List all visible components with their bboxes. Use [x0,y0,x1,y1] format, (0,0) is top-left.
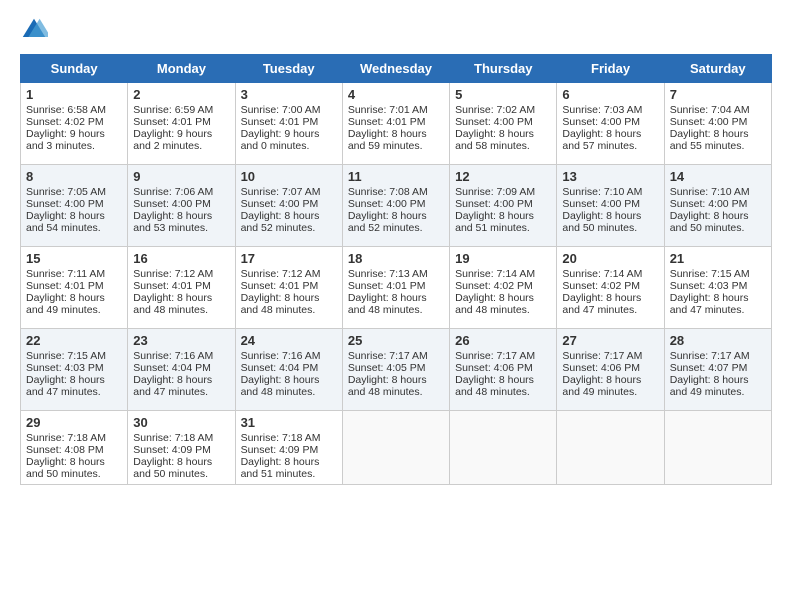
logo-icon [20,16,48,44]
day-number: 7 [670,87,766,102]
calendar-cell: 28Sunrise: 7:17 AMSunset: 4:07 PMDayligh… [664,329,771,411]
calendar-cell [342,411,449,485]
day-number: 31 [241,415,337,430]
day-number: 19 [455,251,551,266]
calendar-cell: 10Sunrise: 7:07 AMSunset: 4:00 PMDayligh… [235,165,342,247]
day-number: 15 [26,251,122,266]
calendar-cell: 27Sunrise: 7:17 AMSunset: 4:06 PMDayligh… [557,329,664,411]
day-number: 27 [562,333,658,348]
week-row-5: 29Sunrise: 7:18 AMSunset: 4:08 PMDayligh… [21,411,772,485]
day-number: 20 [562,251,658,266]
day-number: 1 [26,87,122,102]
weekday-header-row: SundayMondayTuesdayWednesdayThursdayFrid… [21,55,772,83]
week-row-3: 15Sunrise: 7:11 AMSunset: 4:01 PMDayligh… [21,247,772,329]
weekday-thursday: Thursday [450,55,557,83]
day-number: 30 [133,415,229,430]
logo [20,16,54,44]
weekday-sunday: Sunday [21,55,128,83]
calendar-cell: 31Sunrise: 7:18 AMSunset: 4:09 PMDayligh… [235,411,342,485]
calendar-cell: 23Sunrise: 7:16 AMSunset: 4:04 PMDayligh… [128,329,235,411]
day-number: 5 [455,87,551,102]
weekday-wednesday: Wednesday [342,55,449,83]
page-container: SundayMondayTuesdayWednesdayThursdayFrid… [0,0,792,495]
day-number: 10 [241,169,337,184]
weekday-saturday: Saturday [664,55,771,83]
calendar-cell: 1Sunrise: 6:58 AMSunset: 4:02 PMDaylight… [21,83,128,165]
calendar-table: SundayMondayTuesdayWednesdayThursdayFrid… [20,54,772,485]
day-number: 12 [455,169,551,184]
calendar-cell: 12Sunrise: 7:09 AMSunset: 4:00 PMDayligh… [450,165,557,247]
calendar-cell: 22Sunrise: 7:15 AMSunset: 4:03 PMDayligh… [21,329,128,411]
calendar-cell: 24Sunrise: 7:16 AMSunset: 4:04 PMDayligh… [235,329,342,411]
calendar-cell: 15Sunrise: 7:11 AMSunset: 4:01 PMDayligh… [21,247,128,329]
day-number: 16 [133,251,229,266]
weekday-friday: Friday [557,55,664,83]
calendar-cell: 9Sunrise: 7:06 AMSunset: 4:00 PMDaylight… [128,165,235,247]
calendar-cell: 14Sunrise: 7:10 AMSunset: 4:00 PMDayligh… [664,165,771,247]
day-number: 9 [133,169,229,184]
weekday-monday: Monday [128,55,235,83]
day-number: 24 [241,333,337,348]
day-number: 17 [241,251,337,266]
calendar-cell: 19Sunrise: 7:14 AMSunset: 4:02 PMDayligh… [450,247,557,329]
day-number: 3 [241,87,337,102]
day-number: 18 [348,251,444,266]
day-number: 4 [348,87,444,102]
calendar-cell: 13Sunrise: 7:10 AMSunset: 4:00 PMDayligh… [557,165,664,247]
day-number: 29 [26,415,122,430]
calendar-cell: 29Sunrise: 7:18 AMSunset: 4:08 PMDayligh… [21,411,128,485]
calendar-cell: 25Sunrise: 7:17 AMSunset: 4:05 PMDayligh… [342,329,449,411]
day-number: 21 [670,251,766,266]
day-number: 13 [562,169,658,184]
calendar-cell [450,411,557,485]
calendar-cell: 21Sunrise: 7:15 AMSunset: 4:03 PMDayligh… [664,247,771,329]
day-number: 26 [455,333,551,348]
day-number: 8 [26,169,122,184]
calendar-cell: 18Sunrise: 7:13 AMSunset: 4:01 PMDayligh… [342,247,449,329]
calendar-cell: 26Sunrise: 7:17 AMSunset: 4:06 PMDayligh… [450,329,557,411]
calendar-cell: 5Sunrise: 7:02 AMSunset: 4:00 PMDaylight… [450,83,557,165]
week-row-1: 1Sunrise: 6:58 AMSunset: 4:02 PMDaylight… [21,83,772,165]
day-number: 11 [348,169,444,184]
day-number: 23 [133,333,229,348]
calendar-cell: 7Sunrise: 7:04 AMSunset: 4:00 PMDaylight… [664,83,771,165]
weekday-tuesday: Tuesday [235,55,342,83]
calendar-cell: 11Sunrise: 7:08 AMSunset: 4:00 PMDayligh… [342,165,449,247]
calendar-cell: 8Sunrise: 7:05 AMSunset: 4:00 PMDaylight… [21,165,128,247]
week-row-2: 8Sunrise: 7:05 AMSunset: 4:00 PMDaylight… [21,165,772,247]
day-number: 28 [670,333,766,348]
header [20,16,772,44]
calendar-cell: 6Sunrise: 7:03 AMSunset: 4:00 PMDaylight… [557,83,664,165]
calendar-cell: 30Sunrise: 7:18 AMSunset: 4:09 PMDayligh… [128,411,235,485]
day-number: 6 [562,87,658,102]
week-row-4: 22Sunrise: 7:15 AMSunset: 4:03 PMDayligh… [21,329,772,411]
calendar-cell: 4Sunrise: 7:01 AMSunset: 4:01 PMDaylight… [342,83,449,165]
calendar-cell: 16Sunrise: 7:12 AMSunset: 4:01 PMDayligh… [128,247,235,329]
day-number: 2 [133,87,229,102]
calendar-cell [557,411,664,485]
calendar-cell: 20Sunrise: 7:14 AMSunset: 4:02 PMDayligh… [557,247,664,329]
day-number: 14 [670,169,766,184]
day-number: 22 [26,333,122,348]
day-number: 25 [348,333,444,348]
calendar-cell: 2Sunrise: 6:59 AMSunset: 4:01 PMDaylight… [128,83,235,165]
calendar-cell: 3Sunrise: 7:00 AMSunset: 4:01 PMDaylight… [235,83,342,165]
calendar-cell [664,411,771,485]
calendar-cell: 17Sunrise: 7:12 AMSunset: 4:01 PMDayligh… [235,247,342,329]
